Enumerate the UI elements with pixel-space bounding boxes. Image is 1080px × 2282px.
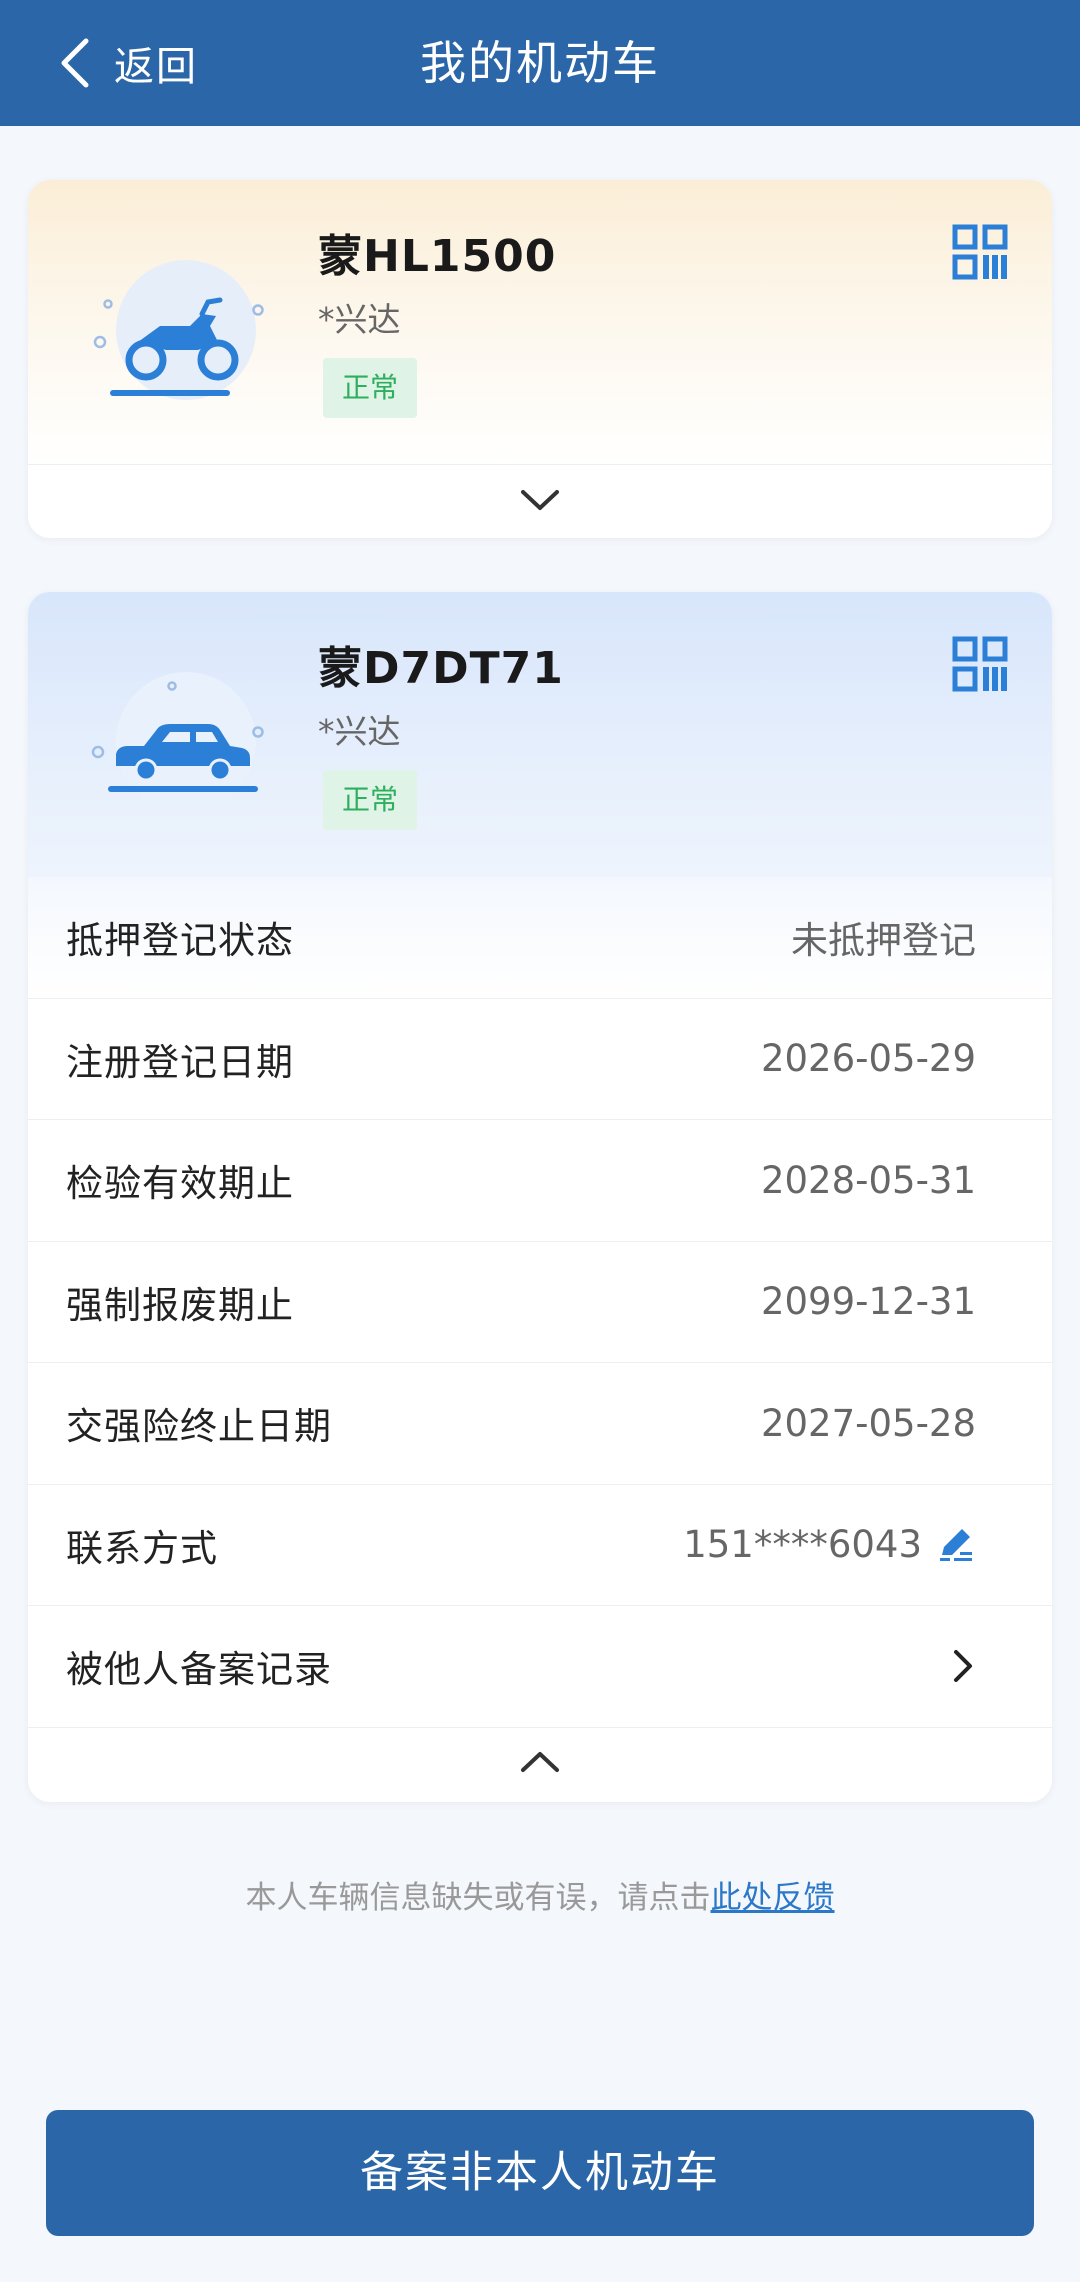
vehicle-card[interactable]: 蒙D7DT71 *兴达 正常 抵押登记状态 未抵押登记 注册登记日期 2026-…	[28, 592, 1052, 1802]
detail-value: 2026-05-29	[760, 1037, 976, 1081]
vehicle-details: 抵押登记状态 未抵押登记 注册登记日期 2026-05-29 检验有效期止 20…	[28, 877, 1052, 1728]
detail-value: 2027-05-28	[760, 1401, 976, 1445]
plate-number: 蒙D7DT71	[318, 643, 564, 694]
chevron-right-icon	[954, 1650, 972, 1683]
status-badge: 正常	[323, 358, 417, 418]
page: 返回 我的机动车 蒙HL1500 *兴达 正常 蒙D7DT71 *兴达 正常 抵…	[0, 0, 1080, 2282]
detail-row-filing-records[interactable]: 被他人备案记录	[28, 1606, 1052, 1728]
divider	[28, 464, 1052, 465]
feedback-note: 本人车辆信息缺失或有误，请点击此处反馈	[0, 1872, 1080, 1917]
vehicle-card[interactable]: 蒙HL1500 *兴达 正常	[28, 180, 1052, 538]
plate-number: 蒙HL1500	[318, 231, 557, 282]
edit-icon[interactable]	[936, 1525, 976, 1565]
app-header: 返回 我的机动车	[0, 0, 1080, 126]
feedback-text: 本人车辆信息缺失或有误，请点击	[245, 1880, 711, 1916]
detail-row-inspection-expiry: 检验有效期止 2028-05-31	[28, 1120, 1052, 1242]
owner-name: *兴达	[318, 712, 401, 751]
detail-value: 未抵押登记	[791, 919, 976, 963]
detail-label: 被他人备案记录	[66, 1648, 332, 1692]
page-title: 我的机动车	[420, 36, 660, 90]
detail-label: 联系方式	[66, 1526, 218, 1570]
feedback-link[interactable]: 此处反馈	[711, 1880, 835, 1916]
contact-phone: 151****6043	[683, 1523, 922, 1567]
car-icon	[91, 672, 264, 812]
qr-code-icon[interactable]	[952, 636, 1008, 692]
detail-row-contact: 联系方式 151****6043	[28, 1485, 1052, 1606]
detail-row-scrap-deadline: 强制报废期止 2099-12-31	[28, 1242, 1052, 1363]
detail-label: 强制报废期止	[66, 1283, 294, 1327]
motorcycle-icon	[93, 260, 264, 400]
qr-code-icon[interactable]	[952, 224, 1008, 280]
status-badge: 正常	[323, 770, 417, 830]
chevron-up-icon[interactable]	[515, 1742, 565, 1782]
detail-row-mortgage: 抵押登记状态 未抵押登记	[28, 877, 1052, 999]
detail-label: 交强险终止日期	[66, 1405, 332, 1449]
register-other-vehicle-button[interactable]: 备案非本人机动车	[46, 2110, 1034, 2236]
detail-label: 检验有效期止	[66, 1162, 294, 1206]
detail-value: 2099-12-31	[760, 1280, 976, 1324]
chevron-down-icon[interactable]	[515, 480, 565, 520]
detail-row-insurance-expiry: 交强险终止日期 2027-05-28	[28, 1363, 1052, 1485]
detail-value: 2028-05-31	[760, 1158, 976, 1202]
detail-value-wrap: 151****6043	[683, 1523, 976, 1566]
owner-name: *兴达	[318, 300, 401, 339]
detail-row-registration-date: 注册登记日期 2026-05-29	[28, 999, 1052, 1120]
detail-label: 抵押登记状态	[66, 919, 294, 963]
detail-label: 注册登记日期	[66, 1040, 294, 1084]
